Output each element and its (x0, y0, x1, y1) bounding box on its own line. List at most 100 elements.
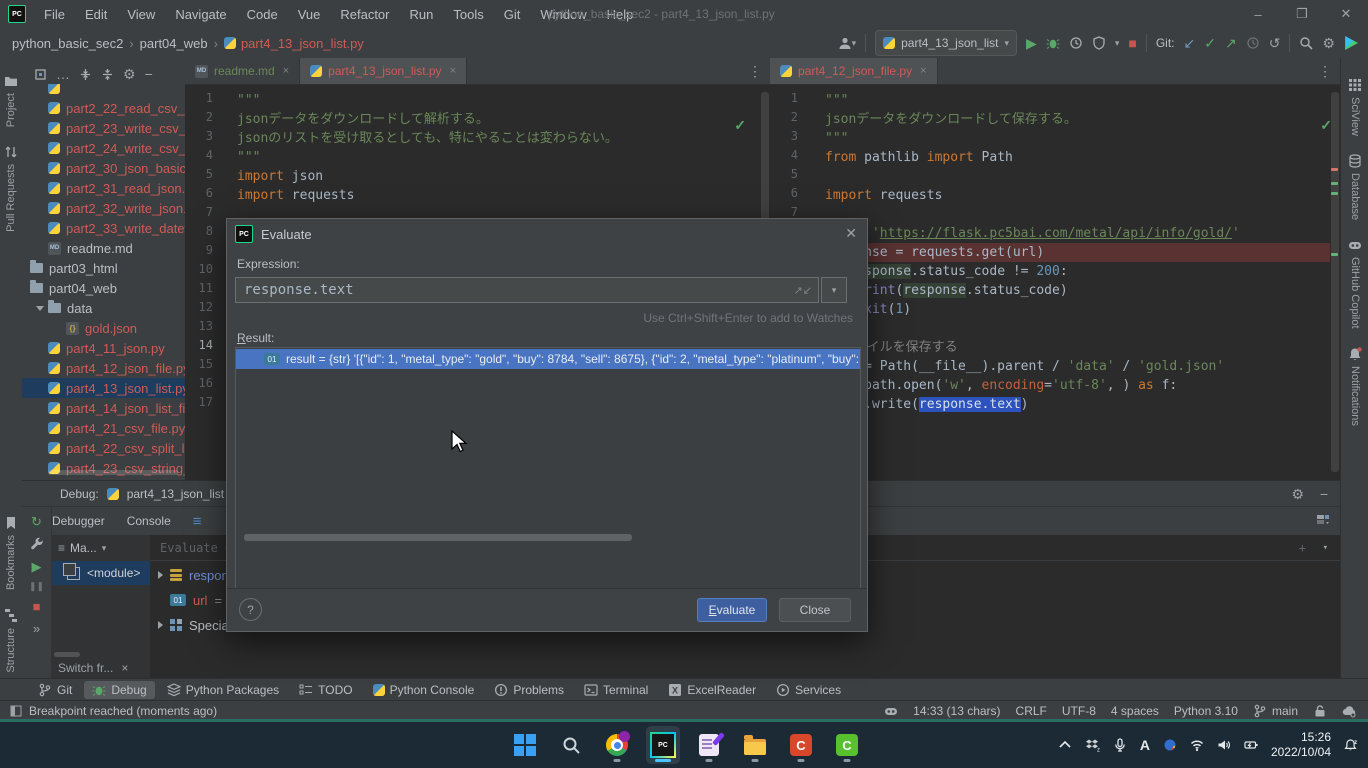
status-item[interactable] (884, 704, 898, 718)
status-item[interactable] (1342, 704, 1356, 718)
debug-button-icon[interactable] (1046, 36, 1060, 50)
frame-module[interactable]: <module> (52, 561, 150, 585)
tree-item-part4_21_csv_file.py[interactable]: part4_21_csv_file.py (22, 418, 185, 438)
chevron-down-icon[interactable] (36, 306, 44, 311)
restore-button[interactable]: ❐ (1280, 0, 1324, 28)
result-row[interactable]: 01 result = {str} '[{"id": 1, "metal_typ… (236, 349, 860, 369)
search-everywhere-icon[interactable] (1299, 36, 1313, 50)
chevron-right-icon[interactable] (158, 571, 163, 579)
debug-tab-console[interactable]: Console (127, 514, 171, 528)
taskbar-start[interactable] (508, 726, 542, 764)
taskbar-search[interactable] (554, 726, 588, 764)
tree-item-part2_33_write_datetime[interactable]: part2_33_write_datetime (22, 218, 185, 238)
chevron-right-icon[interactable] (158, 621, 163, 629)
debug-session-tab[interactable]: part4_13_json_list (127, 487, 224, 501)
toolwindow-services[interactable]: Services (768, 681, 849, 699)
threads-dropdown[interactable]: ≡ Ma... ▾ (52, 535, 150, 561)
menu-view[interactable]: View (119, 4, 163, 25)
project-hscrollbar[interactable] (48, 470, 178, 475)
status-item-14-33-13-chars-[interactable]: 14:33 (13 chars) (913, 704, 1000, 718)
breadcrumb-item-current[interactable]: part4_13_json_list.py (224, 36, 364, 51)
run-configuration-selector[interactable]: part4_13_json_list▾ (875, 30, 1017, 56)
more-icon[interactable]: … (56, 67, 70, 81)
git-update-button[interactable]: ↙ (1184, 36, 1196, 50)
menu-vue[interactable]: Vue (290, 4, 329, 25)
menu-file[interactable]: File (36, 4, 73, 25)
toolwindow-terminal[interactable]: Terminal (576, 681, 656, 699)
tree-item[interactable] (22, 84, 185, 98)
dropbox-icon[interactable]: z (1085, 738, 1100, 752)
tree-item-part4_11_json.py[interactable]: part4_11_json.py (22, 338, 185, 358)
toolwindow-problems[interactable]: Problems (486, 681, 572, 699)
result-hscrollbar[interactable] (244, 534, 861, 542)
toolwindow-python-console[interactable]: Python Console (365, 681, 483, 699)
pause-button[interactable]: ❚❚ (29, 582, 44, 591)
stop-button[interactable]: ■ (1128, 36, 1136, 50)
result-list[interactable]: 01 result = {str} '[{"id": 1, "metal_typ… (235, 347, 861, 589)
tab-readme.md[interactable]: MDreadme.md× (185, 58, 300, 84)
tree-item-part04_web[interactable]: part04_web (22, 278, 185, 298)
evaluate-button[interactable]: Evaluate (697, 598, 767, 622)
close-icon[interactable]: × (121, 661, 128, 675)
tree-item-part2_31_read_json.py[interactable]: part2_31_read_json.py (22, 178, 185, 198)
tree-item-part2_24_write_csv_dict[interactable]: part2_24_write_csv_dict (22, 138, 185, 158)
gear-icon[interactable]: ⚙ (123, 67, 136, 81)
plugin-button-icon[interactable] (1344, 36, 1358, 50)
close-icon[interactable]: × (283, 65, 289, 77)
tree-item-part4_22_csv_split_lines[interactable]: part4_22_csv_split_lines (22, 438, 185, 458)
dialog-title-bar[interactable]: PC Evaluate (227, 219, 867, 249)
status-message[interactable]: Breakpoint reached (moments ago) (10, 704, 217, 718)
status-item-4-spaces[interactable]: 4 spaces (1111, 704, 1159, 718)
tree-item-part2_22_read_csv_dict.[interactable]: part2_22_read_csv_dict. (22, 98, 185, 118)
sidebar-item-pull-requests[interactable]: Pull Requests (0, 145, 22, 232)
sidebar-item-sciview[interactable]: SciView (1341, 78, 1368, 136)
sidebar-item-structure[interactable]: Structure (0, 608, 22, 673)
project-tree[interactable]: part2_22_read_csv_dict.part2_23_write_cs… (22, 84, 185, 480)
more-icon[interactable]: ⋮ (1318, 64, 1332, 78)
chevron-up-icon[interactable] (1058, 738, 1072, 752)
tree-item-part4_12_json_file.py[interactable]: part4_12_json_file.py (22, 358, 185, 378)
close-button[interactable]: ✕ (1324, 0, 1368, 28)
taskbar-pycharm[interactable]: PC (646, 726, 680, 764)
ime-mode-indicator[interactable]: A (1140, 737, 1150, 753)
tab-part4_12_json_file.py[interactable]: part4_12_json_file.py× (770, 58, 938, 84)
frames-hscrollbar[interactable] (54, 652, 80, 657)
locate-icon[interactable] (34, 68, 47, 81)
gear-icon[interactable]: ⚙ (1291, 487, 1304, 501)
sidebar-item-project[interactable]: Project (0, 74, 22, 127)
menu-code[interactable]: Code (239, 4, 286, 25)
more-icon[interactable]: ⋮ (748, 64, 762, 78)
menu-git[interactable]: Git (496, 4, 529, 25)
tree-item-part2_23_write_csv_list.p[interactable]: part2_23_write_csv_list.p (22, 118, 185, 138)
layout-settings-icon[interactable] (1316, 513, 1330, 527)
toolwindow-python-packages[interactable]: Python Packages (159, 681, 287, 699)
taskbar-chrome[interactable] (600, 726, 634, 764)
hide-icon[interactable]: − (1320, 487, 1328, 501)
toolwindow-git[interactable]: Git (30, 681, 80, 699)
editor-scrollbar[interactable] (1331, 92, 1339, 472)
breadcrumb-item[interactable]: python_basic_sec2 (12, 36, 123, 51)
menu-tools[interactable]: Tools (445, 4, 491, 25)
add-watch-icon[interactable]: + (1299, 541, 1306, 555)
settings-wrench-icon[interactable] (30, 537, 44, 551)
expand-all-icon[interactable] (79, 68, 92, 81)
tree-item-gold.json[interactable]: {}gold.json (22, 318, 185, 338)
expand-field-icon[interactable]: ↗↙ (794, 284, 812, 297)
collapse-all-icon[interactable] (101, 68, 114, 81)
globe-icon[interactable] (1163, 738, 1177, 752)
taskbar-explorer[interactable] (738, 726, 772, 764)
breadcrumb-item[interactable]: part04_web (140, 36, 208, 51)
sidebar-item-github-copilot[interactable]: GitHub Copilot (1341, 238, 1368, 329)
taskbar-notepad[interactable] (692, 726, 726, 764)
menu-refactor[interactable]: Refactor (332, 4, 397, 25)
git-commit-button[interactable]: ✓ (1204, 36, 1216, 50)
hide-icon[interactable]: − (145, 67, 153, 81)
sidebar-item-bookmarks[interactable]: Bookmarks (0, 516, 22, 590)
close-icon[interactable]: × (450, 65, 456, 77)
close-icon[interactable]: × (920, 65, 926, 77)
menu-edit[interactable]: Edit (77, 4, 115, 25)
status-item-crlf[interactable]: CRLF (1016, 704, 1047, 718)
tree-item-data[interactable]: data (22, 298, 185, 318)
toolwindow-excelreader[interactable]: XExcelReader (660, 681, 764, 699)
tree-item-part4_23_csv_string_io.p[interactable]: part4_23_csv_string_io.p (22, 458, 185, 478)
